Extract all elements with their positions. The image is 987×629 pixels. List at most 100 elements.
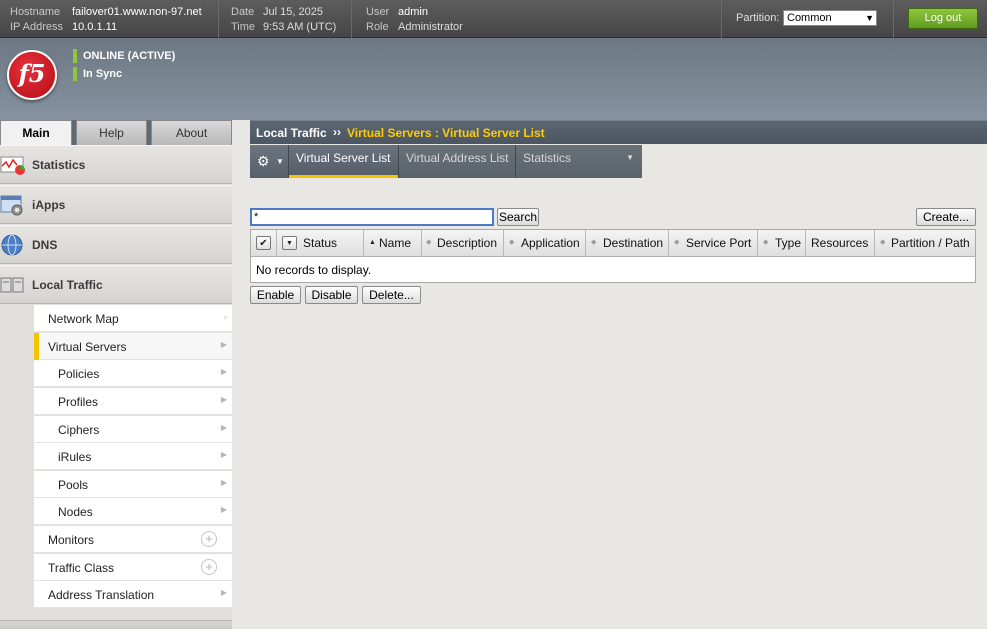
tab-statistics[interactable]: Statistics ▼ <box>516 145 642 178</box>
breadcrumb-separator: ›› <box>333 125 341 139</box>
settings-menu-button[interactable]: ⚙ ▼ <box>250 145 289 178</box>
plus-icon[interactable]: + <box>201 559 217 575</box>
divider <box>721 0 722 38</box>
sidebar-item-label: Ciphers <box>58 423 100 437</box>
sidebar-item-profiles[interactable]: Profiles ▶ <box>34 388 232 415</box>
sidebar-item-dns[interactable]: DNS <box>0 225 232 264</box>
chevron-down-icon: ▼ <box>626 153 634 162</box>
column-destination-label: Destination <box>603 236 664 250</box>
select-all-header: ✔ <box>251 230 277 257</box>
sidebar-item-monitors[interactable]: Monitors + <box>34 526 232 553</box>
chevron-right-icon: ▶ <box>220 395 227 404</box>
status-filter-dropdown[interactable]: ▼ <box>282 236 297 250</box>
sidebar-item-label: iApps <box>32 198 66 212</box>
role-label: Role <box>366 21 389 33</box>
breadcrumb-current: Virtual Servers : Virtual Server List <box>347 126 545 140</box>
sidebar-item-label: Profiles <box>58 395 99 409</box>
breadcrumb-section[interactable]: Local Traffic <box>256 126 327 140</box>
column-description[interactable]: ◆ Description <box>422 230 504 257</box>
column-status[interactable]: ▼ Status <box>277 230 364 257</box>
column-partition-path-label: Partition / Path <box>891 236 970 250</box>
sidebar-item-nodes[interactable]: Nodes ▶ <box>34 498 232 525</box>
column-description-label: Description <box>437 236 498 250</box>
date-value: Jul 15, 2025 <box>263 6 323 18</box>
sidebar-item-pools[interactable]: Pools ▶ <box>34 471 232 498</box>
sync-status[interactable]: In Sync <box>73 67 122 81</box>
sidebar-item-label: Address Translation <box>48 588 155 602</box>
column-partition-path[interactable]: ◆ Partition / Path <box>875 230 975 257</box>
logout-button[interactable]: Log out <box>908 8 978 29</box>
tab-help[interactable]: Help <box>76 120 147 145</box>
chevron-right-icon: ▶ <box>220 505 227 514</box>
tab-about[interactable]: About <box>151 120 232 145</box>
tab-virtual-address-list[interactable]: Virtual Address List <box>399 145 516 178</box>
sidebar-item-policies[interactable]: Policies ▶ <box>34 360 232 387</box>
column-service-port[interactable]: ◆ Service Port <box>669 230 758 257</box>
banner: f5 ONLINE (ACTIVE) In Sync <box>0 38 987 120</box>
sort-icon: ◆ <box>763 239 769 246</box>
sidebar-item-traffic-class[interactable]: Traffic Class + <box>34 554 232 581</box>
sidebar-item-local-traffic[interactable]: Local Traffic <box>0 265 232 304</box>
date-label: Date <box>231 6 255 18</box>
device-status: ONLINE (ACTIVE) <box>73 49 175 63</box>
user-value: admin <box>398 6 428 18</box>
sidebar-item-label: Network Map <box>48 312 119 326</box>
delete-button[interactable]: Delete... <box>362 286 421 304</box>
chevron-right-icon: ▶ <box>220 367 227 376</box>
sidebar-item-address-translation[interactable]: Address Translation ▶ <box>34 581 232 608</box>
sidebar-item-iapps[interactable]: iApps <box>0 185 232 224</box>
column-resources: Resources <box>806 230 875 257</box>
tab-virtual-server-list[interactable]: Virtual Server List <box>289 145 399 178</box>
tab-main[interactable]: Main <box>0 120 72 146</box>
search-button[interactable]: Search <box>497 208 539 226</box>
sidebar-item-label: Virtual Servers <box>48 340 127 354</box>
time-label: Time <box>231 21 256 33</box>
column-destination[interactable]: ◆ Destination <box>586 230 669 257</box>
chevron-right-icon: ▶ <box>220 588 227 597</box>
search-input[interactable]: * <box>250 208 494 226</box>
select-all-checkbox[interactable]: ✔ <box>256 236 271 250</box>
disable-button[interactable]: Disable <box>305 286 358 304</box>
chevron-down-icon: ▼ <box>865 13 874 23</box>
hostname-value: failover01.www.non-97.net <box>72 6 202 18</box>
sort-icon: ◆ <box>880 239 886 246</box>
host-info: Hostname failover01.www.non-97.net IP Add… <box>10 5 202 35</box>
partition-label: Partition: <box>736 12 780 24</box>
sidebar-item-irules[interactable]: iRules ▶ <box>34 443 232 470</box>
sidebar: Statistics iApps DNS Local Traffic Netwo… <box>0 145 232 629</box>
top-status-bar: Hostname failover01.www.non-97.net IP Add… <box>0 0 987 38</box>
date-info: Date Jul 15, 2025 Time 9:53 AM (UTC) <box>231 5 336 35</box>
sidebar-item-label: Nodes <box>58 505 93 519</box>
partition-select[interactable]: Common ▼ <box>783 10 877 26</box>
sidebar-item-label: Policies <box>58 367 100 381</box>
sidebar-item-ciphers[interactable]: Ciphers ▶ <box>34 416 232 443</box>
partition-value: Common <box>787 12 832 24</box>
empty-table-message: No records to display. <box>256 263 372 277</box>
sidebar-item-network-map[interactable]: Network Map ▫ <box>34 305 232 332</box>
column-type[interactable]: ◆ Type <box>758 230 806 257</box>
iapps-gear-icon <box>0 195 23 216</box>
sidebar-item-statistics[interactable]: Statistics <box>0 145 232 184</box>
chevron-down-icon: ▼ <box>276 157 284 166</box>
nav-tabs: Main Help About <box>0 120 232 146</box>
sidebar-item-virtual-servers[interactable]: Virtual Servers ▶ <box>34 333 232 360</box>
column-service-port-label: Service Port <box>686 236 752 250</box>
globe-icon <box>1 234 23 256</box>
plus-icon[interactable]: + <box>201 531 217 547</box>
sync-status-text: In Sync <box>83 68 123 80</box>
sidebar-item-label: Traffic Class <box>48 561 115 575</box>
divider <box>893 0 894 38</box>
column-resources-label: Resources <box>811 236 869 250</box>
create-button[interactable]: Create... <box>916 208 976 226</box>
sync-indicator <box>73 67 77 81</box>
gear-icon: ⚙ <box>257 153 270 169</box>
enable-button[interactable]: Enable <box>250 286 301 304</box>
window-icon: ▫ <box>223 312 227 322</box>
local-traffic-icon <box>0 277 24 293</box>
sidebar-item-label: Pools <box>58 478 89 492</box>
column-name[interactable]: ▲ Name <box>364 230 422 257</box>
chevron-right-icon: ▶ <box>220 478 227 487</box>
column-name-label: Name <box>379 236 412 250</box>
sort-icon: ◆ <box>674 239 680 246</box>
column-application[interactable]: ◆ Application <box>504 230 586 257</box>
